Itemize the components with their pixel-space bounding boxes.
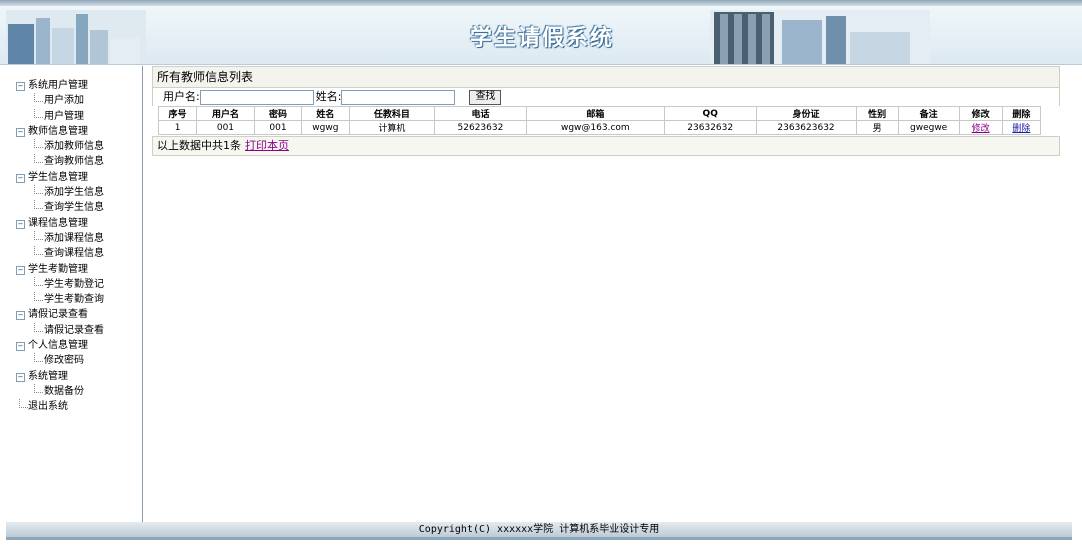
nav-item-query-course[interactable]: 查询课程信息 — [16, 246, 104, 261]
collapse-icon[interactable]: − — [16, 372, 25, 382]
header-banner: 学生请假系统 — [0, 0, 1082, 65]
nav-group-course-info[interactable]: − 课程信息管理 — [16, 216, 104, 231]
nav-item-query-teacher[interactable]: 查询教师信息 — [16, 154, 104, 169]
nav-group-leave-records[interactable]: − 请假记录查看 — [16, 307, 104, 322]
nav-group-personal-info[interactable]: − 个人信息管理 — [16, 338, 104, 353]
header-top-bar — [0, 0, 1082, 6]
tree-connector — [34, 246, 43, 256]
tree-connector — [34, 93, 43, 103]
search-button[interactable]: 查找 — [469, 89, 502, 105]
cell-idcard: 2363623632 — [755, 120, 857, 135]
table-header-row: 序号 用户名 密码 姓名 任教科目 电话 邮箱 QQ 身份证 性别 备注 修改 … — [157, 106, 1042, 121]
col-header-name: 姓名 — [301, 106, 350, 121]
username-search-input[interactable] — [199, 89, 314, 105]
name-label: 姓名: — [315, 90, 342, 103]
name-search-input[interactable] — [341, 89, 456, 105]
nav-group-system-admin[interactable]: − 系统管理 — [16, 369, 104, 384]
col-header-gender: 性别 — [855, 106, 899, 121]
cell-edit: 修改 — [958, 120, 1003, 135]
nav-item-add-teacher[interactable]: 添加教师信息 — [16, 139, 104, 154]
collapse-icon[interactable]: − — [16, 173, 25, 183]
col-header-password: 密码 — [253, 106, 303, 121]
panel-title: 所有教师信息列表 — [152, 66, 1060, 88]
tree-connector — [34, 139, 43, 149]
nav-group-student-info[interactable]: − 学生信息管理 — [16, 170, 104, 185]
record-count-text: 以上数据中共1条 — [157, 139, 241, 152]
cell-email: wgw@163.com — [525, 120, 665, 135]
nav-group-system-users[interactable]: − 系统用户管理 — [16, 78, 104, 93]
teacher-table: 序号 用户名 密码 姓名 任教科目 电话 邮箱 QQ 身份证 性别 备注 修改 … — [157, 106, 1042, 135]
table-row: 1 001 001 wgwg 计算机 52623632 wgw@163.com … — [157, 120, 1042, 135]
col-header-subject: 任教科目 — [348, 106, 436, 121]
nav-item-manage-users[interactable]: 用户管理 — [16, 108, 104, 124]
sidebar-nav: − 系统用户管理 用户添加 用户管理 − 教师信息管理 添加教师信息 查询教师信息 … — [6, 66, 143, 522]
col-header-edit: 修改 — [958, 106, 1003, 121]
collapse-icon[interactable]: − — [16, 219, 25, 229]
nav-item-data-backup[interactable]: 数据备份 — [16, 383, 104, 399]
collapse-icon[interactable]: − — [16, 311, 25, 321]
col-header-delete: 删除 — [1001, 106, 1042, 121]
cell-gender: 男 — [855, 120, 899, 135]
cell-remark: gwegwe — [897, 120, 960, 135]
footer-copyright: Copyright(C) xxxxxx学院 计算机系毕业设计专用 — [6, 522, 1072, 537]
collapse-icon[interactable]: − — [16, 342, 25, 352]
summary-bar: 以上数据中共1条 打印本页 — [152, 136, 1060, 156]
tree-connector — [34, 200, 43, 210]
tree-connector — [34, 383, 43, 393]
nav-item-add-user[interactable]: 用户添加 — [16, 93, 104, 108]
edit-link[interactable]: 修改 — [972, 124, 990, 134]
tree-connector — [34, 185, 43, 195]
col-header-phone: 电话 — [434, 106, 527, 121]
nav-item-change-password[interactable]: 修改密码 — [16, 353, 104, 368]
cell-username: 001 — [196, 120, 255, 135]
collapse-icon[interactable]: − — [16, 265, 25, 275]
col-header-username: 用户名 — [196, 106, 255, 121]
footer-bottom-bar — [6, 537, 1072, 540]
nav-tree: − 系统用户管理 用户添加 用户管理 − 教师信息管理 添加教师信息 查询教师信息 … — [16, 78, 104, 415]
system-title: 学生请假系统 — [470, 26, 615, 51]
tree-connector — [34, 154, 43, 164]
nav-group-teacher-info[interactable]: − 教师信息管理 — [16, 124, 104, 139]
nav-item-exit[interactable]: 退出系统 — [16, 399, 104, 414]
nav-item-attendance-register[interactable]: 学生考勤登记 — [16, 276, 104, 292]
username-label: 用户名: — [163, 90, 200, 103]
cell-index: 1 — [157, 120, 198, 135]
building-right-image — [710, 10, 930, 64]
col-header-qq: QQ — [663, 106, 757, 121]
collapse-icon[interactable]: − — [16, 82, 25, 91]
main-content: 所有教师信息列表 用户名: 姓名: 查找 序号 用户名 密码 姓名 任教科目 电话 … — [152, 66, 1060, 156]
delete-link[interactable]: 删除 — [1012, 124, 1030, 134]
cell-name: wgwg — [301, 120, 350, 135]
tree-connector — [34, 276, 43, 286]
search-bar: 用户名: 姓名: 查找 — [152, 88, 1060, 106]
tree-connector — [34, 322, 43, 332]
collapse-icon[interactable]: − — [16, 127, 25, 137]
cell-subject: 计算机 — [348, 120, 436, 135]
tree-connector — [34, 353, 43, 363]
nav-item-add-course[interactable]: 添加课程信息 — [16, 230, 104, 246]
tree-connector — [34, 108, 43, 118]
col-header-idcard: 身份证 — [755, 106, 857, 121]
col-header-index: 序号 — [157, 106, 198, 121]
cell-password: 001 — [253, 120, 303, 135]
tree-connector — [19, 399, 28, 409]
nav-item-query-student[interactable]: 查询学生信息 — [16, 200, 104, 215]
col-header-email: 邮箱 — [525, 106, 665, 121]
nav-item-add-student[interactable]: 添加学生信息 — [16, 185, 104, 200]
tree-connector — [34, 230, 43, 240]
nav-item-attendance-query[interactable]: 学生考勤查询 — [16, 292, 104, 307]
cell-delete: 删除 — [1001, 120, 1042, 135]
cell-qq: 23632632 — [663, 120, 757, 135]
tree-connector — [34, 292, 43, 302]
cell-phone: 52623632 — [434, 120, 527, 135]
nav-item-leave-records[interactable]: 请假记录查看 — [16, 322, 104, 338]
print-page-link[interactable]: 打印本页 — [245, 139, 289, 152]
col-header-remark: 备注 — [897, 106, 960, 121]
building-left-image — [6, 10, 146, 64]
nav-group-attendance[interactable]: − 学生考勤管理 — [16, 262, 104, 277]
